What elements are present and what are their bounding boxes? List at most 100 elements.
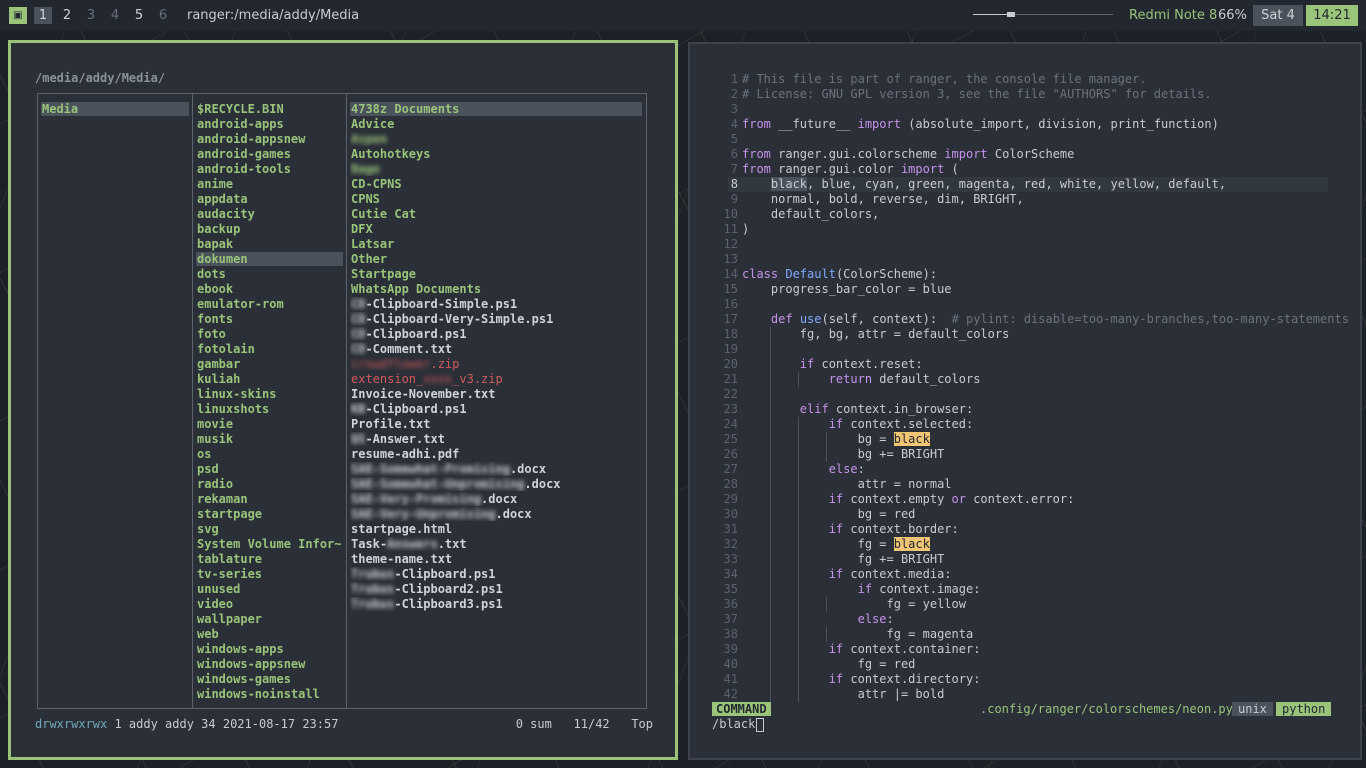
directory-item[interactable]: tablature [196,552,343,566]
vim-window[interactable]: 1 # This file is part of ranger, the cons… [688,42,1362,760]
code-line[interactable]: # This file is part of ranger, the conso… [742,72,1147,86]
directory-item[interactable]: gambar [196,357,343,371]
directory-item[interactable]: emulator-rom [196,297,343,311]
preview-file-item[interactable]: Trubus-Clipboard2.ps1 [350,582,642,596]
preview-file-item[interactable]: KB-Clipboard.ps1 [350,402,642,416]
preview-directory-item[interactable]: Other [350,252,642,266]
workspace-3[interactable]: 3 [82,7,100,24]
code-line[interactable]: def use(self, context): # pylint: disabl… [742,312,1349,326]
preview-file-item[interactable]: Invoice-November.txt [350,387,642,401]
directory-item[interactable]: windows-games [196,672,343,686]
preview-directory-item[interactable]: CD-CPNS [350,177,642,191]
code-line[interactable]: fg = red [742,657,916,671]
directory-item[interactable]: linux-skins [196,387,343,401]
code-line[interactable]: else: [742,612,894,626]
preview-file-item[interactable]: Trubus-Clipboard3.ps1 [350,597,642,611]
code-line[interactable]: return default_colors [742,372,981,386]
directory-item[interactable]: System Volume Infor~ [196,537,343,551]
code-line[interactable]: attr = normal [742,477,952,491]
code-line[interactable]: if context.selected: [742,417,974,431]
preview-directory-item[interactable]: WhatsApp Documents [350,282,642,296]
code-line[interactable]: from ranger.gui.colorscheme import Color… [742,147,1074,161]
directory-item[interactable]: foto [196,327,343,341]
preview-file-item[interactable]: theme-name.txt [350,552,642,566]
preview-file-item[interactable]: SAE-Very-Unpromising.docx [350,507,642,521]
directory-item[interactable]: movie [196,417,343,431]
code-line[interactable]: attr |= bold [742,687,945,701]
preview-file-item[interactable]: CD-Clipboard.ps1 [350,327,642,341]
workspace-2[interactable]: 2 [58,7,76,24]
preview-file-item[interactable]: extension_xxxx_v3.zip [350,372,642,386]
directory-item[interactable]: os [196,447,343,461]
preview-file-item[interactable]: QS-Answer.txt [350,432,642,446]
preview-directory-item[interactable]: Latsar [350,237,642,251]
directory-item[interactable]: radio [196,477,343,491]
command-line[interactable]: /black [712,717,765,732]
directory-item[interactable]: appdata [196,192,343,206]
code-line[interactable]: bg = black [742,432,930,446]
preview-directory-item[interactable]: Startpage [350,267,642,281]
preview-directory-item[interactable]: DFX [350,222,642,236]
directory-item[interactable]: $RECYCLE.BIN [196,102,343,116]
preview-directory-item[interactable]: Aspen [350,132,642,146]
directory-item[interactable]: dokumen [196,252,343,266]
code-line[interactable]: # License: GNU GPL version 3, see the fi… [742,87,1212,101]
preview-file-item[interactable]: CD-Comment.txt [350,342,642,356]
preview-file-item[interactable]: CD-Clipboard-Very-Simple.ps1 [350,312,642,326]
code-line[interactable]: normal, bold, reverse, dim, BRIGHT, [742,192,1024,206]
code-line[interactable]: if context.container: [742,642,981,656]
preview-file-item[interactable]: resume-adhi.pdf [350,447,642,461]
workspace-6[interactable]: 6 [154,7,172,24]
directory-item[interactable]: fotolain [196,342,343,356]
directory-item[interactable]: web [196,627,343,641]
code-line[interactable]: if context.directory: [742,672,981,686]
preview-file-item[interactable]: SAE-Somewhat-Promising.docx [350,462,642,476]
preview-file-item[interactable]: startpage.html [350,522,642,536]
preview-directory-item[interactable]: CPNS [350,192,642,206]
code-line[interactable]: bg += BRIGHT [742,447,945,461]
code-line[interactable]: from ranger.gui.color import ( [742,162,959,176]
ranger-window[interactable]: /media/addy/Media/ Media $RECYCLE.BIN and… [8,40,678,760]
directory-item[interactable]: svg [196,522,343,536]
code-line[interactable]: else: [742,462,865,476]
preview-directory-item[interactable]: Bage [350,162,642,176]
preview-directory-item[interactable]: Autohotkeys [350,147,642,161]
directory-item[interactable]: psd [196,462,343,476]
code-line[interactable]: fg, bg, attr = default_colors [742,327,1010,341]
code-line[interactable]: fg += BRIGHT [742,552,945,566]
directory-item[interactable]: video [196,597,343,611]
directory-item[interactable]: windows-apps [196,642,343,656]
preview-file-item[interactable]: SAE-Very-Promising.docx [350,492,642,506]
code-line[interactable]: if context.media: [742,567,952,581]
code-line[interactable]: progress_bar_color = blue [742,282,952,296]
directory-item[interactable]: bapak [196,237,343,251]
preview-file-item[interactable]: Profile.txt [350,417,642,431]
directory-item[interactable]: windows-noinstall [196,687,343,701]
code-line[interactable]: bg = red [742,507,916,521]
preview-directory-item[interactable]: Cutie Cat [350,207,642,221]
directory-item[interactable]: linuxshots [196,402,343,416]
directory-item[interactable]: fonts [196,312,343,326]
date-widget[interactable]: Sat 4 [1253,5,1303,26]
code-line[interactable]: fg = black [742,537,930,551]
code-line[interactable]: ) [742,222,749,236]
preview-file-item[interactable]: Trubus-Clipboard.ps1 [350,567,642,581]
directory-item[interactable]: android-apps [196,117,343,131]
code-line[interactable]: if context.empty or context.error: [742,492,1075,506]
directory-item[interactable]: kuliah [196,372,343,386]
directory-item[interactable]: android-appsnew [196,132,343,146]
volume-slider-knob[interactable] [1007,12,1015,17]
preview-file-item[interactable]: CD-Clipboard-Simple.ps1 [350,297,642,311]
directory-item[interactable]: ebook [196,282,343,296]
preview-directory-item[interactable]: Advice [350,117,642,131]
directory-item[interactable]: unused [196,582,343,596]
directory-item[interactable]: anime [196,177,343,191]
preview-file-item[interactable]: SAE-Somewhat-Unpromising.docx [350,477,642,491]
directory-item[interactable]: audacity [196,207,343,221]
directory-item[interactable]: windows-appsnew [196,657,343,671]
code-line[interactable]: from __future__ import (absolute_import,… [742,117,1219,131]
code-line[interactable]: if context.reset: [742,357,923,371]
code-line[interactable]: fg = yellow [742,597,965,611]
directory-item[interactable]: dots [196,267,343,281]
workspace-4[interactable]: 4 [106,7,124,24]
